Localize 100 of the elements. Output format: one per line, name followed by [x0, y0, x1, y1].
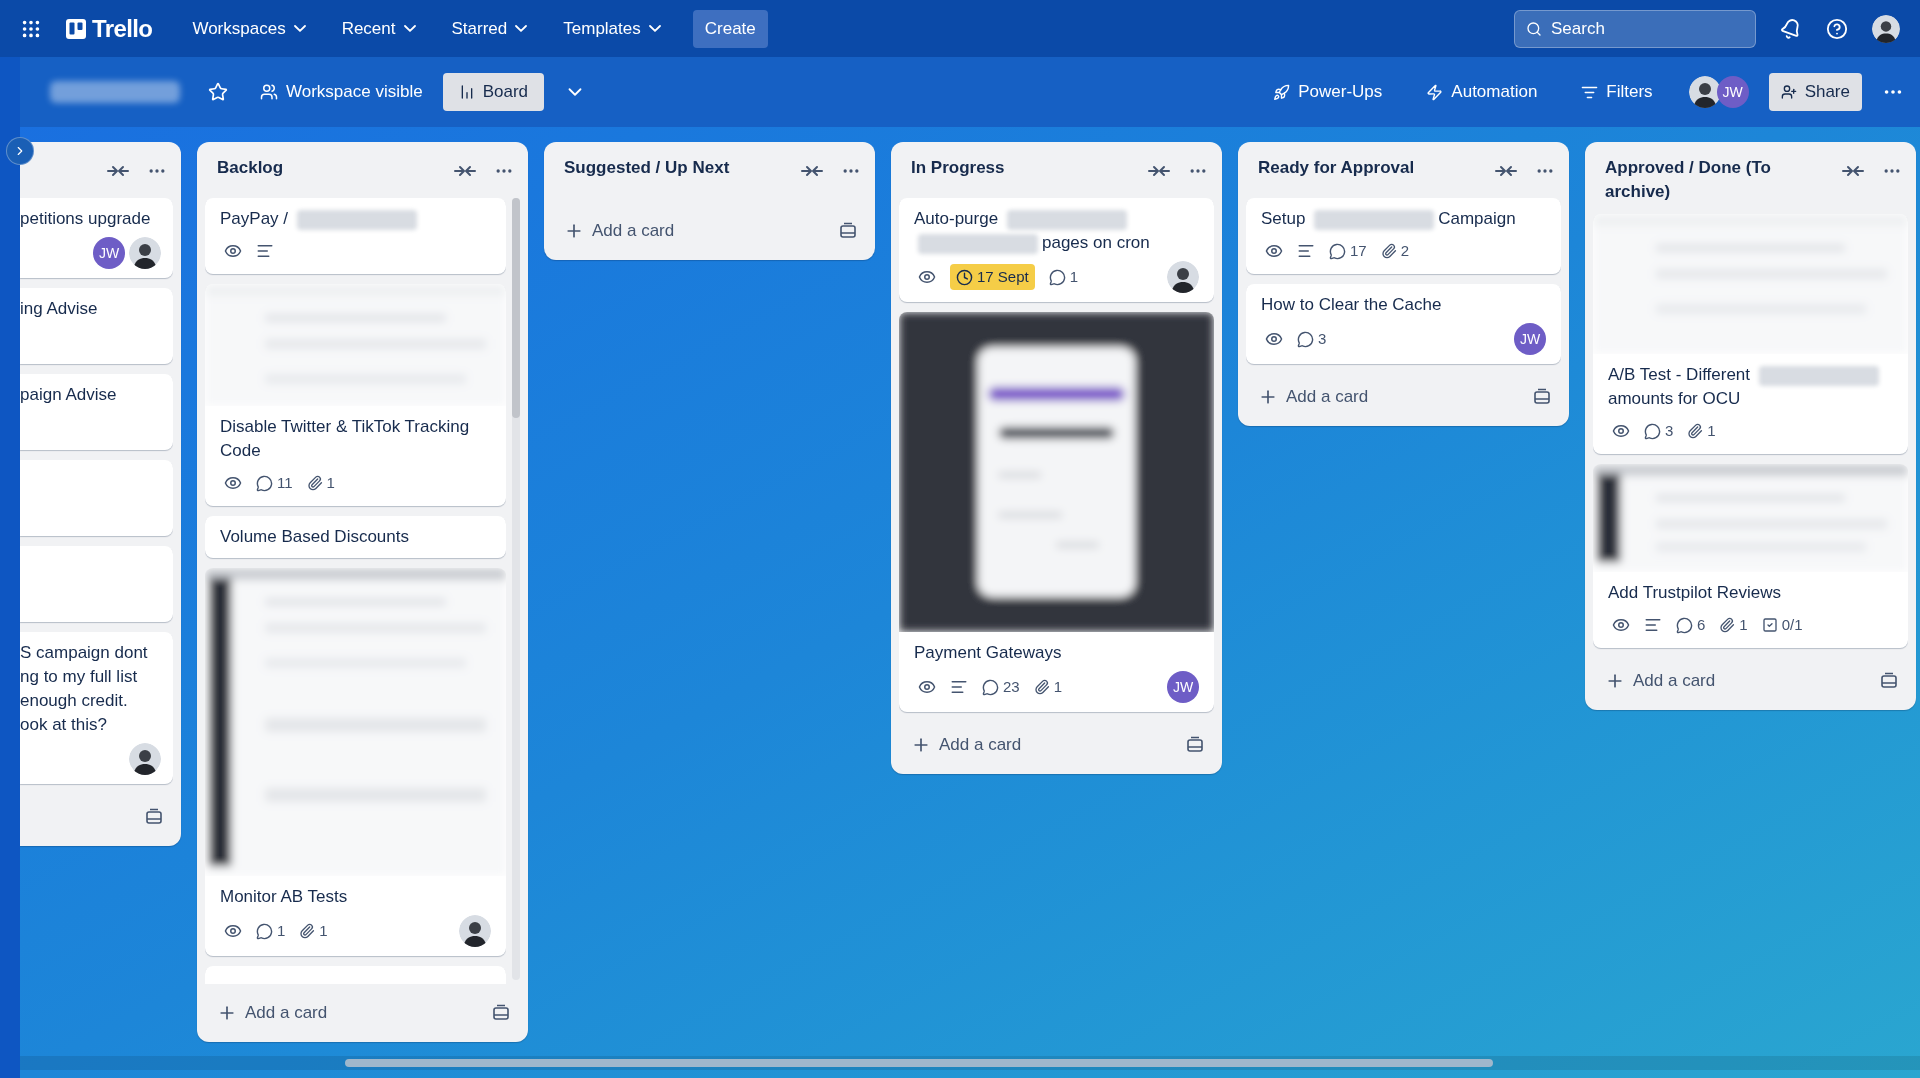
comment-count: 1 [277, 920, 286, 941]
list-title[interactable]: Backlog [217, 156, 292, 180]
card[interactable]: Volume Based Discounts [205, 516, 506, 558]
card[interactable]: Add Trustpilot Reviews 6 1 0/1 [1593, 464, 1908, 648]
card[interactable]: Disable Twitter & TikTok Tracking Code 11 1 [205, 284, 506, 506]
list-title[interactable]: Ready for Approval [1258, 156, 1423, 180]
share-button[interactable]: Share [1768, 73, 1862, 111]
due-date-badge[interactable]: 17 Sept [950, 264, 1035, 290]
collapse-icon[interactable] [1842, 164, 1864, 178]
horizontal-scrollbar[interactable] [20, 1056, 1920, 1070]
card[interactable]: A/B Test - Different amounts for OCU 3 1 [1593, 214, 1908, 454]
collapse-icon[interactable] [454, 164, 476, 178]
avatar-icon[interactable] [129, 237, 161, 269]
paperclip-icon [299, 923, 316, 939]
card-title: Auto-purge [914, 209, 1000, 228]
nav-menu[interactable]: Templates [551, 9, 673, 48]
card-title: A/B Test - Different [1608, 365, 1752, 384]
add-card-button[interactable]: Add a card [217, 1000, 328, 1026]
star-icon[interactable] [208, 82, 228, 102]
watch-icon [918, 268, 936, 286]
add-card-button[interactable]: Add a card [1605, 668, 1716, 694]
card[interactable]: ing Advise [20, 288, 173, 364]
add-card-button[interactable]: Add a card [1258, 384, 1369, 410]
card[interactable]: Auto-purge pages on cron 17 Sept 1 [899, 198, 1214, 302]
list-title[interactable]: Approved / Done (To archive) [1605, 156, 1842, 204]
comment-count: 11 [277, 472, 293, 493]
list-title[interactable]: Suggested / Up Next [564, 156, 738, 180]
card-title: paign Advise [20, 385, 117, 404]
comment-count: 6 [1697, 614, 1706, 635]
card-title: Volume Based Discounts [220, 527, 409, 546]
template-icon[interactable] [1880, 672, 1898, 690]
card[interactable]: paign Advise [20, 374, 173, 450]
card[interactable]: Monitor AB Tests 1 1 [205, 568, 506, 956]
nav-menu[interactable]: Workspaces [180, 9, 318, 48]
avatar-icon[interactable] [1872, 14, 1900, 43]
member-avatar[interactable]: JW [1514, 323, 1546, 355]
add-card-button[interactable]: Add a card [911, 732, 1022, 758]
header-action-button[interactable]: Filters [1569, 73, 1665, 111]
template-icon[interactable] [1186, 736, 1204, 754]
clock-icon [956, 268, 973, 286]
collapse-icon[interactable] [801, 164, 823, 178]
card[interactable]: Payment Gateways 23 1 JW [899, 312, 1214, 712]
nav-menu[interactable]: Recent [329, 9, 428, 48]
card-title: PayPay / [220, 209, 290, 228]
attachment-count: 1 [319, 920, 328, 941]
board-view-tab[interactable]: Board [442, 73, 545, 111]
attachment-count: 1 [1053, 676, 1063, 697]
logo-text[interactable]: Trello [92, 10, 153, 47]
add-person-icon [1780, 84, 1797, 100]
template-icon[interactable] [1533, 388, 1551, 406]
description-icon [256, 242, 274, 260]
create-button[interactable]: Create [692, 9, 768, 48]
card-title: Campaign [1438, 209, 1516, 228]
help-icon[interactable] [1826, 17, 1848, 40]
people-icon [260, 83, 278, 101]
member-avatar[interactable]: JW [1716, 76, 1749, 108]
watch-icon [918, 678, 936, 696]
card[interactable]: PayPay / [205, 198, 506, 274]
card[interactable]: How to Clear the Cache 3 JW [1246, 284, 1561, 364]
template-icon[interactable] [839, 222, 857, 240]
visibility-button[interactable]: Workspace visible [252, 73, 431, 111]
collapse-icon[interactable] [1495, 164, 1517, 178]
member-avatar[interactable]: JW [93, 237, 125, 269]
avatar-icon[interactable] [1167, 261, 1199, 293]
header-action-button[interactable]: Automation [1414, 73, 1550, 111]
card-title: amounts for OCU [1608, 389, 1741, 408]
card[interactable]: petitions upgrade JW [20, 198, 173, 278]
template-icon[interactable] [145, 808, 163, 826]
comment-count: 1 [1069, 266, 1079, 287]
card[interactable]: S campaign dont ng to my full list enough credit. ook at this? [20, 632, 173, 784]
comment-icon [1644, 422, 1661, 440]
template-icon[interactable] [492, 1004, 510, 1022]
paperclip-icon [1380, 243, 1397, 259]
watch-icon [1265, 242, 1283, 260]
nav-menu[interactable]: Starred [439, 9, 540, 48]
description-icon [1644, 616, 1662, 634]
scrollbar[interactable] [512, 198, 520, 980]
add-card-button[interactable]: Add a card [564, 218, 675, 244]
collapse-icon[interactable] [1148, 164, 1170, 178]
comment-count: 17 [1350, 240, 1367, 261]
header-action-button[interactable]: Power-Ups [1261, 73, 1395, 111]
comment-count: 3 [1318, 328, 1327, 349]
comment-icon [1676, 616, 1693, 634]
avatar-icon[interactable] [459, 915, 491, 947]
watch-icon [1265, 330, 1283, 348]
comment-icon [256, 474, 273, 492]
description-icon [950, 678, 968, 696]
card[interactable]: Setup Campaign 17 2 [1246, 198, 1561, 274]
expand-sidebar-button[interactable] [6, 137, 34, 165]
watch-icon [1612, 422, 1630, 440]
list-title[interactable]: In Progress [911, 156, 1013, 180]
member-avatar[interactable]: JW [1167, 671, 1199, 703]
avatar-icon[interactable] [129, 743, 161, 775]
description-icon [1297, 242, 1315, 260]
card-title: ing Advise [20, 299, 98, 318]
avatar-icon[interactable] [1688, 76, 1721, 108]
comment-icon [1048, 268, 1066, 286]
collapse-icon[interactable] [107, 164, 129, 178]
logo-icon [66, 18, 86, 39]
search-icon [1526, 20, 1542, 37]
